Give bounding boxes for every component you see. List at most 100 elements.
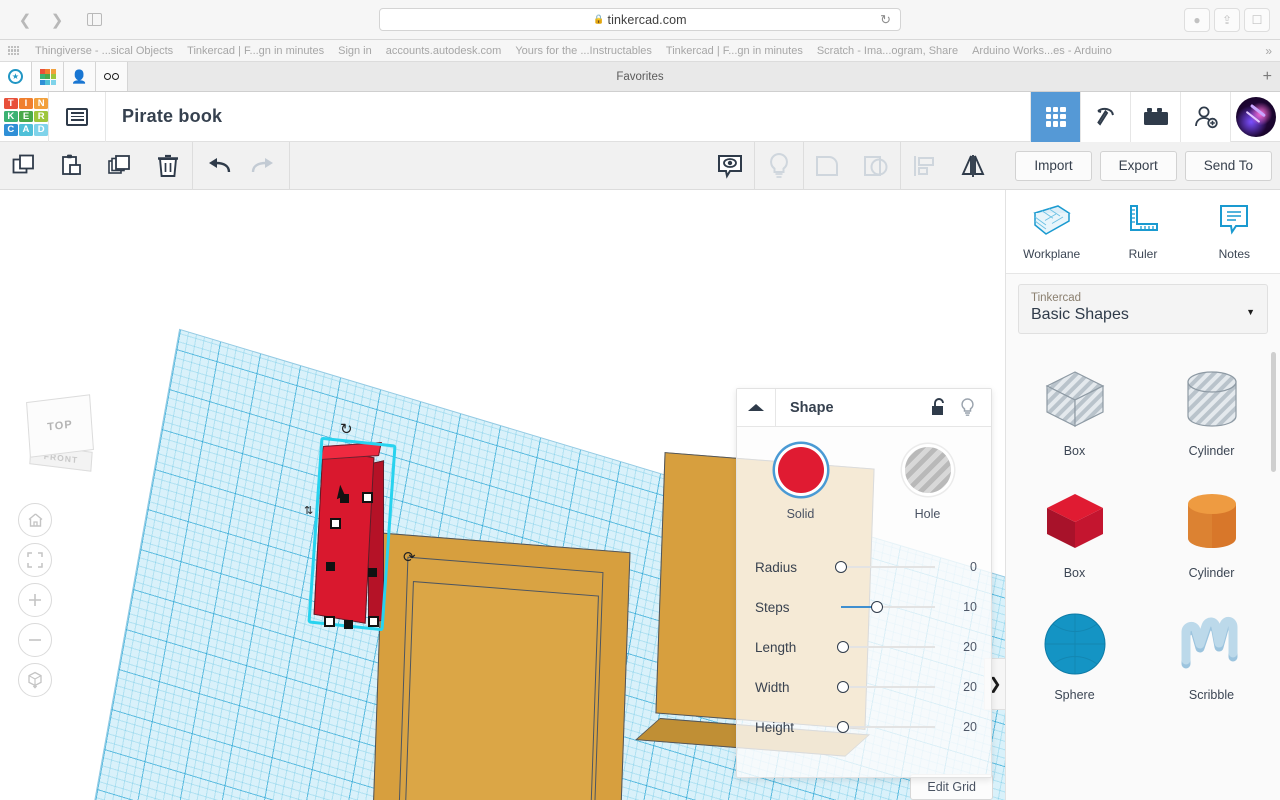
bookmark-item[interactable]: Scratch - Ima...ogram, Share [817, 45, 958, 57]
width-slider[interactable] [831, 679, 943, 695]
shape-item-box-hole[interactable]: Box [1006, 358, 1143, 480]
resize-handle[interactable] [340, 494, 349, 503]
resize-handle[interactable] [326, 562, 335, 571]
duplicate-button[interactable] [96, 142, 144, 190]
bookmark-item[interactable]: Arduino Works...es - Arduino [972, 45, 1112, 57]
notes-tool[interactable]: Notes [1189, 190, 1280, 273]
light-bulb-button[interactable] [755, 142, 803, 190]
home-view-button[interactable] [18, 503, 52, 537]
shapes-scrollbar[interactable] [1271, 352, 1276, 472]
selected-red-box-object[interactable]: ↻ ⇅ [304, 421, 397, 632]
pickaxe-minecraft-button[interactable] [1080, 91, 1130, 142]
import-button[interactable]: Import [1015, 150, 1092, 181]
apps-grid-icon[interactable] [8, 46, 19, 55]
solid-color-swatch[interactable] [777, 447, 824, 493]
forward-icon[interactable]: ❯ [42, 7, 72, 33]
resize-handle[interactable] [344, 620, 353, 629]
light-bulb-icon[interactable] [960, 398, 975, 417]
new-tab-button[interactable]: + [1263, 68, 1272, 86]
bookmark-item[interactable]: Yours for the ...Instructables [515, 45, 652, 57]
view-tools-group [706, 141, 997, 190]
zoom-out-button[interactable] [18, 623, 52, 657]
view-cube[interactable]: FRONT TOP [24, 390, 104, 480]
download-icon[interactable]: ● [1184, 7, 1210, 32]
back-icon[interactable]: ❮ [10, 7, 40, 33]
user-avatar-button[interactable] [1230, 91, 1280, 142]
height-slider[interactable] [831, 719, 943, 735]
lego-brick-button[interactable] [1130, 91, 1180, 142]
slider-knob[interactable] [837, 681, 849, 693]
favorite-tab-tinkercad-site[interactable]: ★ [0, 62, 32, 91]
project-menu-button[interactable] [49, 92, 105, 142]
solid-swatch-cell[interactable]: Solid [737, 447, 864, 521]
align-button[interactable] [901, 142, 949, 190]
show-hide-button[interactable] [706, 142, 754, 190]
zoom-in-button[interactable] [18, 583, 52, 617]
address-bar[interactable]: 🔒 tinkercad.com ↻ [379, 8, 901, 31]
shape-panel-collapse-button[interactable] [737, 388, 776, 427]
page-title[interactable]: Pirate book [122, 106, 222, 127]
resize-handle[interactable] [368, 568, 377, 577]
delete-button[interactable] [144, 142, 192, 190]
copy-button[interactable] [0, 142, 48, 190]
shape-item-cylinder-solid[interactable]: Cylinder [1143, 480, 1280, 602]
tinkercad-logo[interactable]: T I N K E R C A D [4, 97, 48, 136]
slider-knob[interactable] [835, 561, 847, 573]
rotate-handle-top-icon[interactable]: ↻ [340, 420, 353, 438]
hole-swatch-cell[interactable]: Hole [864, 447, 991, 521]
box-solid-thumbnail [1033, 480, 1117, 564]
ungroup-button[interactable] [852, 142, 900, 190]
sidebar-icon[interactable] [80, 9, 108, 31]
export-button[interactable]: Export [1099, 150, 1177, 181]
paste-button[interactable] [48, 142, 96, 190]
resize-handle[interactable] [362, 492, 373, 503]
perspective-toggle-button[interactable] [18, 663, 52, 697]
reload-icon[interactable]: ↻ [880, 12, 891, 28]
resize-handle[interactable] [330, 518, 341, 529]
slider-knob[interactable] [837, 641, 849, 653]
shape-item-cylinder-hole[interactable]: Cylinder [1143, 358, 1280, 480]
bookmark-item[interactable]: Tinkercad | F...gn in minutes [666, 45, 803, 57]
shape-item-sphere[interactable]: Sphere [1006, 602, 1143, 724]
tabs-overview-icon[interactable]: ☐ [1244, 7, 1270, 32]
favorite-tab-tinkercad-logo[interactable] [32, 62, 64, 91]
redo-button[interactable] [241, 142, 289, 190]
radius-slider[interactable] [831, 559, 943, 575]
undo-button[interactable] [193, 142, 241, 190]
shape-item-scribble[interactable]: Scribble [1143, 602, 1280, 724]
slider-knob[interactable] [871, 601, 883, 613]
resize-handle[interactable] [368, 616, 379, 627]
rotate-handle-left-icon[interactable]: ⇅ [304, 504, 313, 517]
share-icon[interactable]: ⇪ [1214, 7, 1240, 32]
view-cube-top-face[interactable]: TOP [26, 394, 94, 458]
grid-apps-icon-button[interactable] [1030, 91, 1080, 142]
length-slider[interactable] [831, 639, 943, 655]
rotate-handle-icon[interactable]: ⟳ [403, 548, 416, 566]
send-to-button[interactable]: Send To [1184, 150, 1272, 181]
workplane-tool[interactable]: Workplane [1006, 190, 1097, 273]
mirror-button[interactable] [949, 142, 997, 190]
slider-row-steps: Steps 10 [737, 587, 991, 627]
resize-handle[interactable] [324, 616, 335, 627]
hole-swatch[interactable] [904, 447, 951, 493]
bookmarks-overflow-icon[interactable]: » [1265, 44, 1272, 58]
bookmark-item[interactable]: Sign in [338, 45, 372, 57]
right-sidebar: Workplane Ruler Notes Tinkercad Basic Sh… [1005, 190, 1280, 800]
unlock-icon[interactable] [931, 398, 946, 416]
slider-knob[interactable] [837, 721, 849, 733]
favorite-tab-arduino[interactable] [96, 62, 128, 91]
bookmark-item[interactable]: Tinkercad | F...gn in minutes [187, 45, 324, 57]
favorite-tab-instructables[interactable]: 👤 [64, 62, 96, 91]
fit-to-view-button[interactable] [18, 543, 52, 577]
3d-canvas[interactable]: Workplane ⟳ ↻ [0, 190, 1005, 800]
shape-library-select[interactable]: Tinkercad Basic Shapes ▼ [1018, 284, 1268, 334]
tan-book-tray-object[interactable] [371, 532, 631, 800]
ruler-tool[interactable]: Ruler [1097, 190, 1188, 273]
slider-label: Height [755, 719, 795, 735]
add-user-button[interactable] [1180, 91, 1230, 142]
group-button[interactable] [804, 142, 852, 190]
bookmark-item[interactable]: accounts.autodesk.com [386, 45, 502, 57]
bookmark-item[interactable]: Thingiverse - ...sical Objects [35, 45, 173, 57]
shape-item-box-solid[interactable]: Box [1006, 480, 1143, 602]
steps-slider[interactable] [831, 599, 943, 615]
